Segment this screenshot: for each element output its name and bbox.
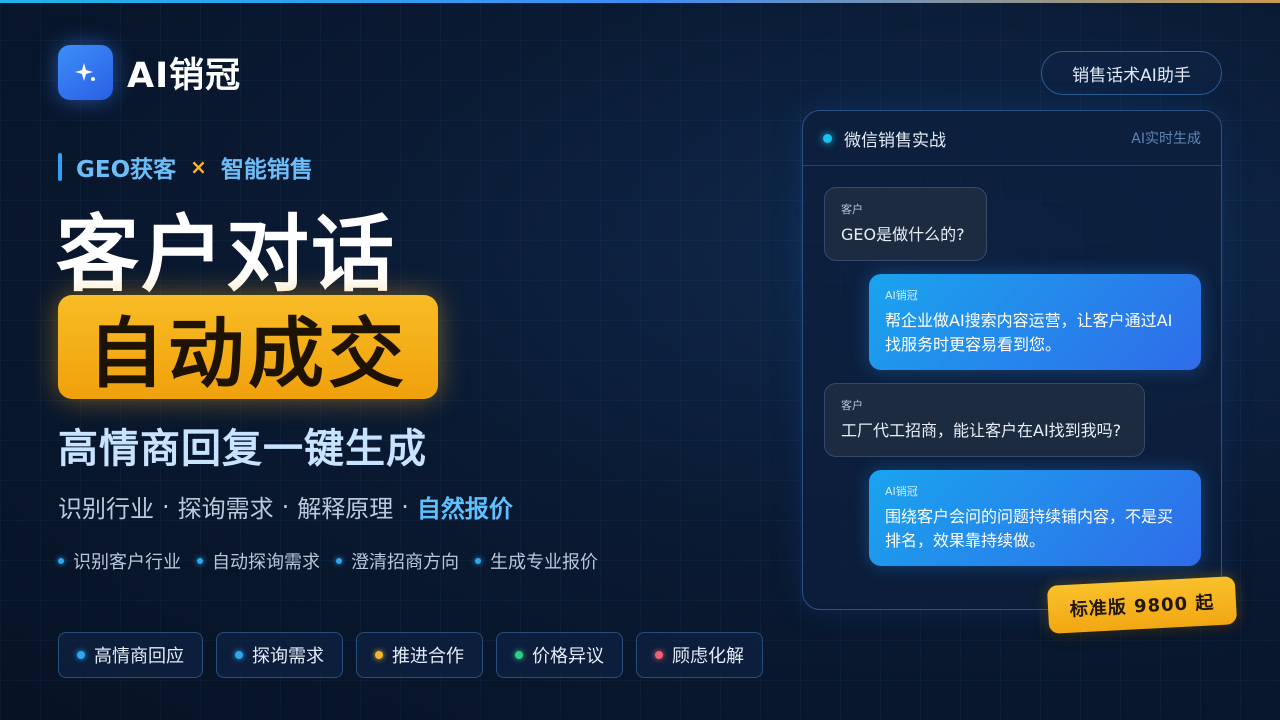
message-sender: 客户	[841, 399, 863, 412]
chip-label: 价格异议	[532, 646, 604, 667]
top-accent-line	[0, 0, 1280, 3]
bullet-dot-icon	[58, 558, 64, 564]
process-step: 探询需求	[177, 495, 274, 523]
feature-label: 识别客户行业	[73, 552, 181, 573]
chip-dot-icon	[77, 651, 85, 659]
message-text: 围绕客户会问的问题持续铺内容，不是买排名，效果靠持续做。	[885, 507, 1174, 550]
brand-logo[interactable]: AI销冠	[58, 45, 241, 100]
hero-subtitle: 高情商回复一键生成	[58, 426, 427, 472]
process-separator: ·	[401, 492, 409, 521]
hero-highlight-box: 自动成交	[58, 295, 438, 399]
process-separator: ·	[162, 492, 170, 521]
bullet-dot-icon	[475, 558, 481, 564]
tagline-left: GEO获客	[76, 157, 177, 183]
chip-label: 推进合作	[392, 646, 464, 667]
feature-item: 生成专业报价	[475, 548, 598, 574]
feature-label: 澄清招商方向	[351, 552, 459, 573]
process-highlight: 自然报价	[416, 495, 513, 523]
assistant-badge-button[interactable]: 销售话术AI助手	[1041, 51, 1222, 95]
price-badge[interactable]: 标准版 9800 起	[1046, 576, 1238, 634]
feature-item: 澄清招商方向	[336, 548, 459, 574]
process-step: 解释原理	[297, 495, 394, 523]
chip-dot-icon	[655, 651, 663, 659]
message-sender: 客户	[841, 203, 863, 216]
chat-panel: 微信销售实战 AI实时生成 客户 GEO是做什么的? AI销冠 帮企业做AI搜索…	[802, 110, 1222, 610]
hero-title-line1: 客户对话	[56, 206, 396, 303]
customer-message: 客户 GEO是做什么的?	[824, 187, 987, 261]
chip-resolve-concerns[interactable]: 顾虑化解	[636, 632, 763, 678]
chip-label: 顾虑化解	[672, 646, 744, 667]
chip-dot-icon	[515, 651, 523, 659]
tagline-right: 智能销售	[220, 157, 313, 183]
process-line: 识别行业 · 探询需求 · 解释原理 · 自然报价	[58, 489, 513, 524]
chip-label: 探询需求	[252, 646, 324, 667]
feature-item: 自动探询需求	[197, 548, 320, 574]
message-text: GEO是做什么的?	[841, 225, 965, 244]
chat-header: 微信销售实战 AI实时生成	[803, 111, 1221, 166]
hero-title-line2: 自动成交	[88, 309, 408, 398]
chip-label: 高情商回应	[94, 646, 184, 667]
message-text: 工厂代工招商，能让客户在AI找到我吗?	[841, 421, 1122, 440]
brand-name: AI销冠	[127, 56, 242, 96]
ai-reply-message: AI销冠 围绕客户会问的问题持续铺内容，不是买排名，效果靠持续做。	[869, 470, 1201, 566]
chat-status: AI实时生成	[1131, 131, 1201, 147]
message-sender: AI销冠	[885, 485, 918, 498]
chip-high-eq-reply[interactable]: 高情商回应	[58, 632, 203, 678]
scenario-chips: 高情商回应 探询需求 推进合作 价格异议 顾虑化解	[58, 632, 776, 678]
feature-label: 自动探询需求	[212, 552, 320, 573]
bullet-dot-icon	[336, 558, 342, 564]
feature-list: 识别客户行业 自动探询需求 澄清招商方向 生成专业报价	[58, 548, 614, 574]
bullet-dot-icon	[197, 558, 203, 564]
chip-price-objection[interactable]: 价格异议	[496, 632, 623, 678]
message-sender: AI销冠	[885, 289, 918, 302]
chip-dot-icon	[235, 651, 243, 659]
chip-advance-deal[interactable]: 推进合作	[356, 632, 483, 678]
sparkle-icon	[58, 45, 113, 100]
process-separator: ·	[281, 492, 290, 521]
ai-reply-message: AI销冠 帮企业做AI搜索内容运营，让客户通过AI找服务时更容易看到您。	[869, 274, 1201, 370]
message-text: 帮企业做AI搜索内容运营，让客户通过AI找服务时更容易看到您。	[885, 311, 1173, 354]
tagline-separator: ×	[190, 155, 207, 179]
chat-title: 微信销售实战	[844, 130, 946, 151]
customer-message: 客户 工厂代工招商，能让客户在AI找到我吗?	[824, 383, 1145, 457]
process-step: 识别行业	[58, 495, 154, 523]
feature-label: 生成专业报价	[490, 552, 598, 573]
tagline: GEO获客 × 智能销售	[58, 152, 313, 183]
live-status-dot-icon	[823, 133, 832, 143]
chip-probe-needs[interactable]: 探询需求	[216, 632, 343, 678]
chip-dot-icon	[375, 651, 383, 659]
tagline-accent-bar	[58, 153, 62, 181]
feature-item: 识别客户行业	[58, 548, 181, 574]
